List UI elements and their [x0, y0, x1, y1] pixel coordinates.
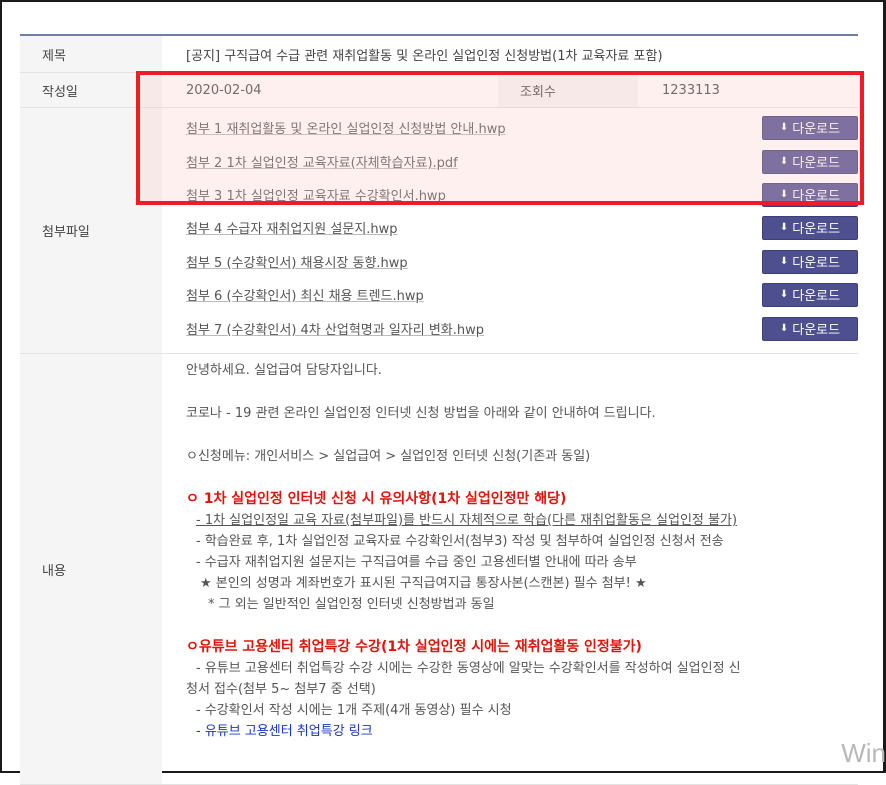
attachment-link-2[interactable]: 첨부 2 1차 실업인정 교육자료(자체학습자료).pdf	[162, 152, 458, 171]
attachment-link-5[interactable]: 첨부 5 (수강확인서) 채용시장 동향.hwp	[162, 252, 408, 271]
section2-line: - 수강확인서 작성 시에는 1개 주제(4개 동영상) 필수 시청	[196, 703, 512, 718]
section1-line: ★ 본인의 성명과 계좌번호가 표시된 구직급여지급 통장사본(스캔본) 필수 …	[200, 576, 647, 591]
content-row: 내용 안녕하세요. 실업급여 담당자입니다. 코로나 - 19 관련 온라인 실…	[20, 354, 858, 785]
title-label: 제목	[20, 36, 162, 72]
download-button-label: 다운로드	[792, 122, 841, 137]
post-title: [공지] 구직급여 수급 관련 재취업활동 및 온라인 실업인정 신청방법(1차…	[186, 48, 663, 64]
download-icon: ⬇	[779, 322, 789, 334]
intro-text: 코로나 - 19 관련 온라인 실업인정 인터넷 신청 방법을 아래와 같이 안…	[186, 406, 656, 421]
windows-watermark: Win	[841, 738, 886, 768]
download-icon: ⬇	[779, 121, 789, 133]
attachment-item: 첨부 3 1차 실업인정 교육자료 수강확인서.hwp ⬇ 다운로드	[162, 178, 858, 211]
content-label: 내용	[20, 354, 162, 784]
download-icon: ⬇	[779, 221, 789, 233]
download-button-label: 다운로드	[792, 289, 841, 304]
download-button-label: 다운로드	[792, 222, 841, 237]
section2-line: - 유튜브 고용센터 취업특강 수강 시에는 수강한 동영상에 알맞는 수강확인…	[196, 661, 741, 676]
attachment-link-3[interactable]: 첨부 3 1차 실업인정 교육자료 수강확인서.hwp	[162, 185, 446, 204]
section2-line: 청서 접수(첨부 5~ 첨부7 중 선택)	[186, 682, 376, 697]
download-button-6[interactable]: ⬇ 다운로드	[762, 282, 858, 307]
download-icon: ⬇	[779, 188, 789, 200]
greeting-text: 안녕하세요. 실업급여 담당자입니다.	[186, 363, 382, 378]
attachment-list: 첨부 1 재취업활동 및 온라인 실업인정 신청방법 안내.hwp ⬇ 다운로드 …	[162, 108, 858, 353]
post-views: 1233113	[662, 82, 720, 98]
section1-line: * 그 외는 일반적인 실업인정 인터넷 신청방법과 동일	[208, 597, 495, 612]
date-label: 작성일	[20, 73, 162, 107]
post-table: 제목 [공지] 구직급여 수급 관련 재취업활동 및 온라인 실업인정 신청방법…	[20, 34, 858, 785]
post-content: 안녕하세요. 실업급여 담당자입니다. 코로나 - 19 관련 온라인 실업인정…	[162, 354, 858, 784]
attachments-row: 첨부파일 첨부 1 재취업활동 및 온라인 실업인정 신청방법 안내.hwp ⬇…	[20, 108, 858, 354]
views-label: 조회수	[498, 73, 638, 107]
attachment-item: 첨부 6 (수강확인서) 최신 채용 트렌드.hwp ⬇ 다운로드	[162, 278, 858, 311]
section2-heading: ㅇ유튜브 고용센터 취업특강 수강(1차 실업인정 시에는 재취업활동 인정불가…	[186, 639, 642, 655]
download-button-label: 다운로드	[792, 256, 841, 271]
attachment-item: 첨부 2 1차 실업인정 교육자료(자체학습자료).pdf ⬇ 다운로드	[162, 145, 858, 178]
download-button-label: 다운로드	[792, 323, 841, 338]
title-row: 제목 [공지] 구직급여 수급 관련 재취업활동 및 온라인 실업인정 신청방법…	[20, 36, 858, 73]
download-icon: ⬇	[779, 155, 789, 167]
attachment-link-7[interactable]: 첨부 7 (수강확인서) 4차 산업혁명과 일자리 변화.hwp	[162, 319, 484, 338]
download-button-label: 다운로드	[792, 189, 841, 204]
menu-text: ㅇ신청메뉴: 개인서비스 > 실업급여 > 실업인정 인터넷 신청(기존과 동일…	[186, 449, 591, 464]
date-row: 작성일 2020-02-04 조회수 1233113	[20, 73, 858, 108]
section1-line: - 수급자 재취업지원 설문지는 구직급여를 수급 중인 고용센터별 안내에 따…	[196, 555, 637, 570]
youtube-link[interactable]: - 유튜브 고용센터 취업특강 링크	[186, 721, 858, 742]
attachment-item: 첨부 7 (수강확인서) 4차 산업혁명과 일자리 변화.hwp ⬇ 다운로드	[162, 312, 858, 345]
attachments-label: 첨부파일	[20, 108, 162, 353]
download-button-5[interactable]: ⬇ 다운로드	[762, 249, 858, 274]
attachment-item: 첨부 1 재취업활동 및 온라인 실업인정 신청방법 안내.hwp ⬇ 다운로드	[162, 111, 858, 144]
section1-line: - 학습완료 후, 1차 실업인정 교육자료 수강확인서(첨부3) 작성 및 첨…	[196, 534, 724, 549]
download-button-label: 다운로드	[792, 156, 841, 171]
download-button-7[interactable]: ⬇ 다운로드	[762, 316, 858, 341]
section1-heading: ㅇ 1차 실업인정 인터넷 신청 시 유의사항(1차 실업인정만 해당)	[186, 491, 567, 507]
download-icon: ⬇	[779, 255, 789, 267]
attachment-item: 첨부 4 수급자 재취업지원 설문지.hwp ⬇ 다운로드	[162, 211, 858, 244]
download-button-2[interactable]: ⬇ 다운로드	[762, 149, 858, 174]
attachment-link-1[interactable]: 첨부 1 재취업활동 및 온라인 실업인정 신청방법 안내.hwp	[162, 118, 506, 137]
section1-line: - 1차 실업인정일 교육 자료(첨부파일)를 반드시 자체적으로 학습(다른 …	[196, 513, 738, 528]
attachment-item: 첨부 5 (수강확인서) 채용시장 동향.hwp ⬇ 다운로드	[162, 245, 858, 278]
download-button-4[interactable]: ⬇ 다운로드	[762, 215, 858, 240]
post-date: 2020-02-04	[186, 82, 262, 98]
attachment-link-6[interactable]: 첨부 6 (수강확인서) 최신 채용 트렌드.hwp	[162, 285, 424, 304]
download-icon: ⬇	[779, 288, 789, 300]
download-button-3[interactable]: ⬇ 다운로드	[762, 182, 858, 207]
attachment-link-4[interactable]: 첨부 4 수급자 재취업지원 설문지.hwp	[162, 218, 398, 237]
download-button-1[interactable]: ⬇ 다운로드	[762, 115, 858, 140]
